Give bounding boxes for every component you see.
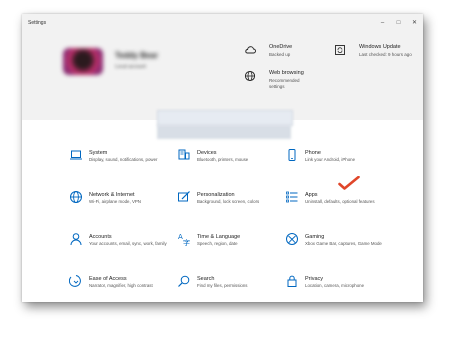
phone-icon — [288, 149, 296, 161]
tile-personalization[interactable]: Personalization Background, lock screen,… — [177, 190, 277, 220]
tile-system-desc: Display, sound, notifications, power — [89, 157, 158, 162]
xbox-icon — [286, 233, 298, 245]
title-bar: Settings – □ ✕ — [22, 14, 423, 34]
apps-list-icon — [286, 191, 298, 203]
tile-network-internet[interactable]: Network & Internet Wi-Fi, airplane mode,… — [69, 190, 169, 220]
search-input[interactable] — [157, 110, 293, 126]
windows-update-title: Windows Update — [359, 44, 401, 50]
window-title: Settings — [28, 20, 47, 26]
tile-personalization-desc: Background, lock screen, colors — [197, 199, 260, 204]
tile-ease-of-access-desc: Narrator, magnifier, high contrast — [89, 283, 153, 288]
search-suggestion[interactable] — [157, 125, 291, 139]
tile-search-desc: Find my files, permissions — [197, 283, 248, 288]
person-icon — [70, 233, 82, 246]
brush-icon — [178, 191, 190, 202]
cloud-icon — [245, 46, 256, 54]
devices-icon — [178, 149, 190, 160]
tile-gaming-desc: Xbox Game Bar, captures, Game Mode — [305, 241, 382, 246]
time-language-icon: A 字 — [178, 233, 190, 246]
tile-time-language-title: Time & Language — [197, 234, 241, 240]
tile-gaming[interactable]: Gaming Xbox Game Bar, captures, Game Mod… — [285, 232, 385, 262]
tile-time-language-desc: Speech, region, date — [197, 241, 238, 246]
tile-apps-title: Apps — [305, 192, 318, 198]
tile-devices[interactable]: Devices Bluetooth, printers, mouse — [177, 148, 277, 178]
tile-ease-of-access-title: Ease of Access — [89, 276, 127, 282]
tile-accounts-title: Accounts — [89, 234, 112, 240]
tile-personalization-title: Personalization — [197, 192, 235, 198]
globe-icon — [244, 70, 256, 82]
tile-accounts[interactable]: Accounts Your accounts, email, sync, wor… — [69, 232, 169, 262]
onedrive-title: OneDrive — [269, 44, 293, 50]
tile-accounts-desc: Your accounts, email, sync, work, family — [89, 241, 167, 246]
tile-apps[interactable]: Apps Uninstall, defaults, optional featu… — [285, 190, 385, 220]
windows-update-tile[interactable]: Windows Update Last checked: 9 hours ago — [334, 44, 419, 66]
tile-apps-desc: Uninstall, defaults, optional features — [305, 199, 375, 204]
tile-phone[interactable]: Phone Link your Android, iPhone — [285, 148, 385, 178]
tile-gaming-title: Gaming — [305, 234, 325, 240]
checkmark-icon — [338, 176, 360, 190]
onedrive-tile[interactable]: OneDrive Backed up — [244, 44, 334, 64]
tile-network-desc: Wi-Fi, airplane mode, VPN — [89, 199, 141, 204]
search-icon — [178, 275, 190, 287]
tile-devices-title: Devices — [197, 150, 217, 156]
lock-icon — [287, 275, 297, 287]
web-browsing-status: Recommended settings — [269, 78, 300, 89]
maximize-button[interactable]: □ — [394, 19, 403, 28]
tile-privacy-title: Privacy — [305, 276, 324, 282]
user-name: Teddy Bear — [115, 51, 158, 60]
tile-phone-title: Phone — [305, 150, 321, 156]
tile-search[interactable]: Search Find my files, permissions — [177, 274, 277, 302]
windows-update-status: Last checked: 9 hours ago — [359, 52, 412, 57]
tile-privacy-desc: Location, camera, microphone — [305, 283, 365, 288]
svg-text:字: 字 — [183, 238, 190, 246]
update-icon — [335, 45, 345, 55]
minimize-button[interactable]: – — [378, 19, 387, 28]
close-button[interactable]: ✕ — [410, 19, 419, 28]
tile-privacy[interactable]: Privacy Location, camera, microphone — [285, 274, 385, 302]
tile-system-title: System — [89, 150, 108, 156]
tile-ease-of-access[interactable]: Ease of Access Narrator, magnifier, high… — [69, 274, 169, 302]
tile-network-title: Network & Internet — [89, 192, 135, 198]
tile-time-language[interactable]: A 字 Time & Language Speech, region, date — [177, 232, 277, 262]
avatar[interactable] — [63, 48, 103, 75]
tile-phone-desc: Link your Android, iPhone — [305, 157, 356, 162]
laptop-icon — [70, 150, 82, 160]
web-browsing-tile[interactable]: Web browsing Recommended settings — [244, 70, 334, 92]
onedrive-status: Backed up — [269, 52, 291, 57]
user-account-type: Local account — [115, 64, 146, 70]
globe-icon — [70, 191, 82, 203]
settings-window: Settings – □ ✕ Teddy Bear Local account … — [22, 14, 423, 302]
web-browsing-title: Web browsing — [269, 70, 304, 76]
ease-of-access-icon — [69, 275, 81, 287]
tile-devices-desc: Bluetooth, printers, mouse — [197, 157, 249, 162]
tile-search-title: Search — [197, 276, 215, 282]
tile-system[interactable]: System Display, sound, notifications, po… — [69, 148, 169, 178]
